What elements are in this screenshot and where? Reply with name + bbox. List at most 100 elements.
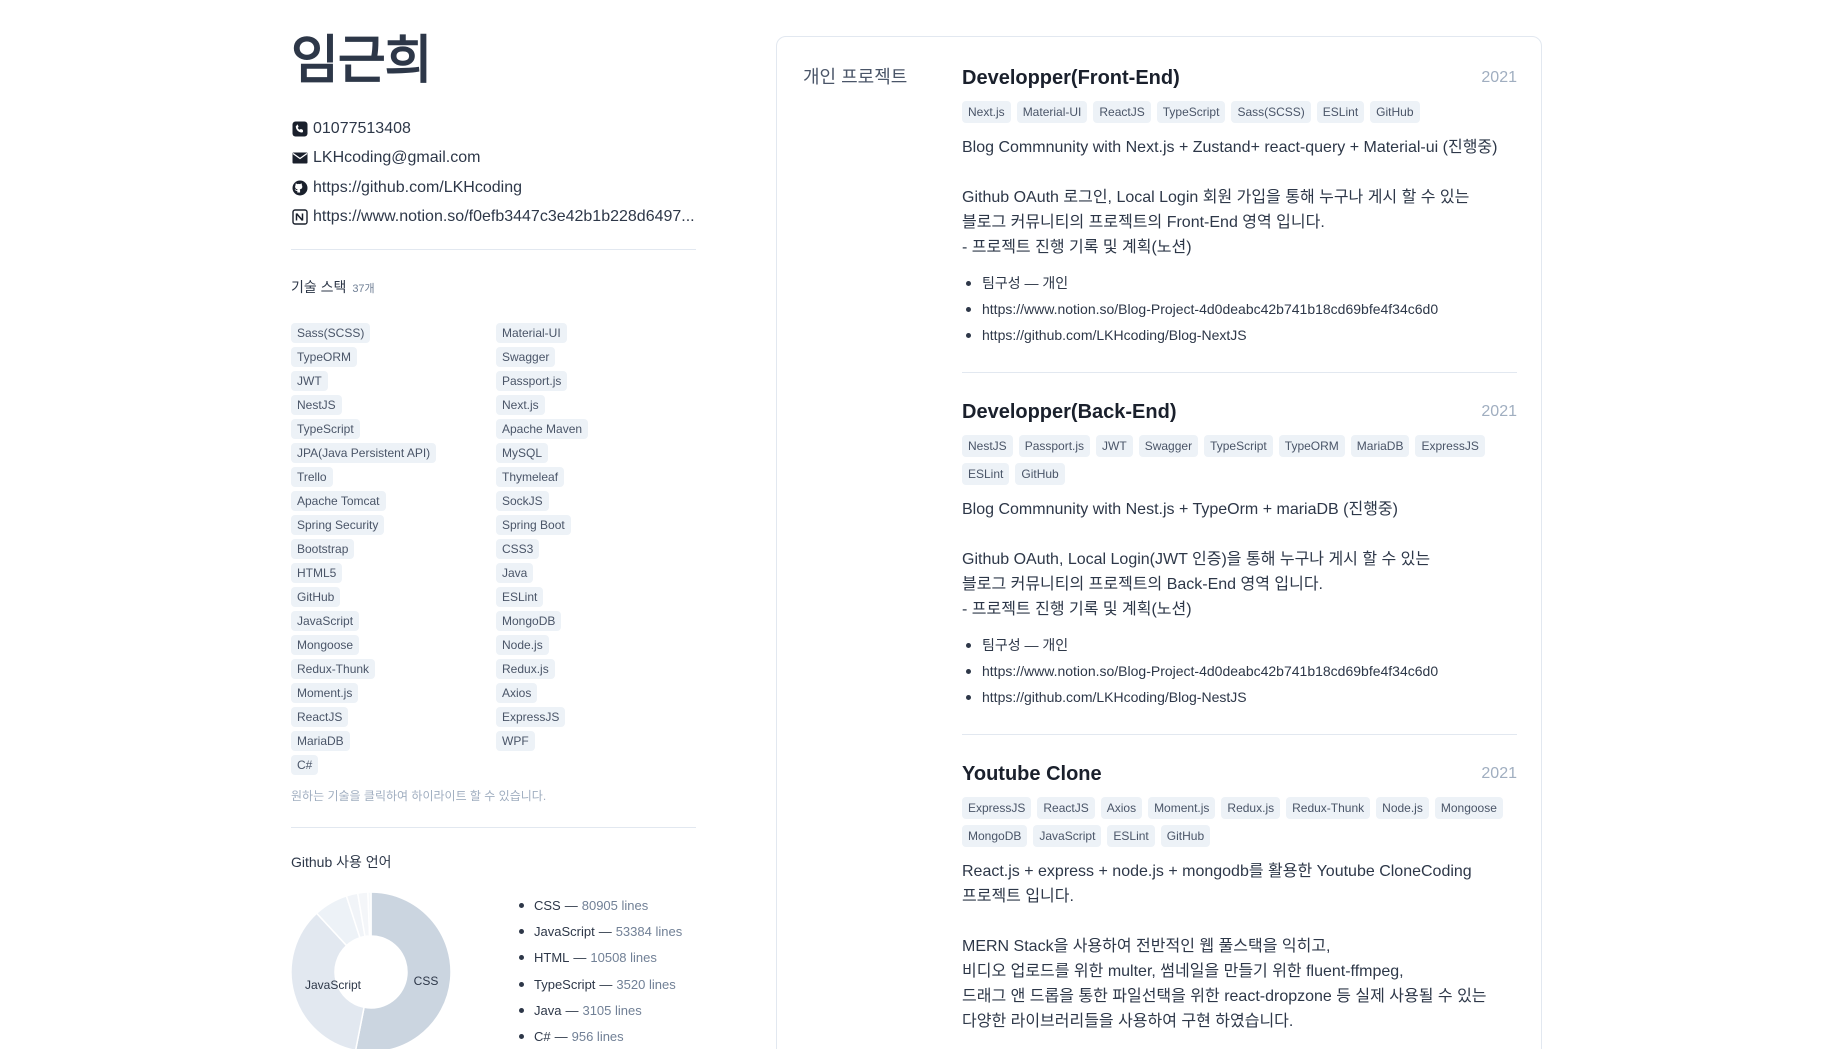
project-tag[interactable]: Redux.js <box>1221 797 1281 819</box>
project-year: 2021 <box>1481 403 1517 420</box>
skill-tag[interactable]: Material-UI <box>496 323 567 343</box>
contact-notion[interactable]: https://www.notion.so/f0efb3447c3e42b1b2… <box>291 203 696 233</box>
project-link-item[interactable]: https://www.notion.so/Blog-Project-4d0de… <box>962 296 1517 322</box>
project-tag[interactable]: ExpressJS <box>1415 435 1485 457</box>
skill-tag[interactable]: Bootstrap <box>291 539 355 559</box>
skill-tag[interactable]: Redux.js <box>496 659 555 679</box>
project-tag[interactable]: MariaDB <box>1350 435 1410 457</box>
project-tag[interactable]: ExpressJS <box>962 797 1032 819</box>
skill-tag[interactable]: Spring Security <box>291 515 385 535</box>
project-tag[interactable]: ReactJS <box>1037 797 1095 819</box>
skill-cell: C# <box>291 755 496 775</box>
project-tag[interactable]: Passport.js <box>1018 435 1091 457</box>
project-header: Youtube Clone 2021 <box>962 761 1517 787</box>
skill-tag[interactable]: Swagger <box>496 347 556 367</box>
language-item: TypeScript —3520 lines <box>519 971 682 997</box>
contact-github[interactable]: https://github.com/LKHcoding <box>291 173 696 203</box>
skill-tag[interactable]: Apache Tomcat <box>291 491 386 511</box>
skill-tag[interactable]: SockJS <box>496 491 549 511</box>
language-item: JavaScript —53384 lines <box>519 918 682 944</box>
skill-tag[interactable]: TypeScript <box>291 419 360 439</box>
project-tag[interactable]: Sass(SCSS) <box>1231 101 1311 123</box>
project-tag[interactable]: ESLint <box>1316 101 1365 123</box>
project-link-item[interactable]: https://github.com/LKHcoding/Blog-NestJS <box>962 684 1517 710</box>
skill-tag[interactable]: C# <box>291 755 319 775</box>
skill-cell: ESLint <box>496 587 696 607</box>
skill-cell: Node.js <box>496 635 696 655</box>
skill-tag[interactable]: Spring Boot <box>496 515 571 535</box>
mail-icon <box>291 149 309 167</box>
language-item: C# —956 lines <box>519 1023 682 1049</box>
skill-tag[interactable]: Axios <box>496 683 538 703</box>
project-tag[interactable]: ESLint <box>962 463 1010 485</box>
skill-tag[interactable]: Moment.js <box>291 683 359 703</box>
skill-tag[interactable]: ExpressJS <box>496 707 566 727</box>
project-tag[interactable]: Material-UI <box>1016 101 1088 123</box>
skill-tag[interactable]: ReactJS <box>291 707 349 727</box>
skill-tag[interactable]: Thymeleaf <box>496 467 565 487</box>
project-tag[interactable]: GitHub <box>1160 825 1211 847</box>
skill-tag[interactable]: Sass(SCSS) <box>291 323 371 343</box>
skill-tag[interactable]: ESLint <box>496 587 544 607</box>
project-tag[interactable]: MongoDB <box>962 825 1028 847</box>
skill-tag[interactable]: NestJS <box>291 395 342 415</box>
project-tag[interactable]: JWT <box>1096 435 1133 457</box>
notion-icon <box>291 208 309 226</box>
skill-tag[interactable]: Redux-Thunk <box>291 659 376 679</box>
project-tag[interactable]: Node.js <box>1376 797 1429 819</box>
skill-tag[interactable]: MySQL <box>496 443 549 463</box>
skill-tag[interactable]: Next.js <box>496 395 545 415</box>
project-description: React.js + express + node.js + mongodb를 … <box>962 863 1487 1030</box>
language-separator: — <box>565 1002 579 1018</box>
skill-tag[interactable]: TypeORM <box>291 347 358 367</box>
skills-grid: Sass(SCSS) Material-UI TypeORM Swagger JWT Pa… <box>291 323 696 775</box>
project-tag[interactable]: JavaScript <box>1033 825 1102 847</box>
project-description: Blog Commnunity with Nest.js + TypeOrm +… <box>962 501 1431 618</box>
project-tag[interactable]: Swagger <box>1138 435 1199 457</box>
project-link-item: 팀구성 — 개인 <box>962 270 1517 296</box>
project-tag[interactable]: ReactJS <box>1093 101 1151 123</box>
skill-tag[interactable]: Passport.js <box>496 371 568 391</box>
skill-tag[interactable]: HTML5 <box>291 563 343 583</box>
divider <box>291 249 696 250</box>
skill-tag[interactable]: Node.js <box>496 635 549 655</box>
contact-email[interactable]: LKHcoding@gmail.com <box>291 144 696 174</box>
skill-tag[interactable]: Java <box>496 563 534 583</box>
skill-tag[interactable]: Apache Maven <box>496 419 589 439</box>
skill-cell: Next.js <box>496 395 696 415</box>
project-tag[interactable]: Redux-Thunk <box>1286 797 1371 819</box>
project-tag[interactable]: Axios <box>1100 797 1143 819</box>
skill-tag[interactable]: JPA(Java Persistent API) <box>291 443 437 463</box>
skill-tag[interactable]: MariaDB <box>291 731 350 751</box>
project-tag[interactable]: GitHub <box>1015 463 1065 485</box>
skill-tag[interactable]: MongoDB <box>496 611 562 631</box>
project-item: Developper(Front-End) 2021 Next.js Material… <box>962 65 1517 348</box>
project-tag[interactable]: TypeScript <box>1156 101 1226 123</box>
skill-tag[interactable]: CSS3 <box>496 539 540 559</box>
contact-phone[interactable]: 01077513408 <box>291 114 696 144</box>
project-link-item[interactable]: https://github.com/LKHcoding/Blog-NextJS <box>962 322 1517 348</box>
github-icon <box>291 179 309 197</box>
skill-tag[interactable]: JavaScript <box>291 611 360 631</box>
project-tag[interactable]: ESLint <box>1107 825 1155 847</box>
project-tag[interactable]: TypeORM <box>1278 435 1345 457</box>
project-tag[interactable]: GitHub <box>1370 101 1420 123</box>
skill-tag[interactable]: WPF <box>496 731 535 751</box>
skill-cell: JavaScript <box>291 611 496 631</box>
project-tag[interactable]: Moment.js <box>1148 797 1216 819</box>
project-tag[interactable]: Mongoose <box>1434 797 1503 819</box>
project-link-item: 팀구성 — 개인 <box>962 632 1517 658</box>
project-tag[interactable]: Next.js <box>962 101 1011 123</box>
skill-cell: WPF <box>496 731 696 751</box>
project-link-item[interactable]: https://www.notion.so/Blog-Project-4d0de… <box>962 658 1517 684</box>
skill-cell: Bootstrap <box>291 539 496 559</box>
project-tag[interactable]: TypeScript <box>1204 435 1273 457</box>
skill-cell: MariaDB <box>291 731 496 751</box>
skill-tag[interactable]: Trello <box>291 467 333 487</box>
skill-cell: Passport.js <box>496 371 696 391</box>
skill-tag[interactable]: GitHub <box>291 587 341 607</box>
project-tag[interactable]: NestJS <box>962 435 1013 457</box>
skill-tag[interactable]: Mongoose <box>291 635 360 655</box>
language-donut-chart: CSS JavaScript <box>291 892 451 1049</box>
skill-tag[interactable]: JWT <box>291 371 328 391</box>
